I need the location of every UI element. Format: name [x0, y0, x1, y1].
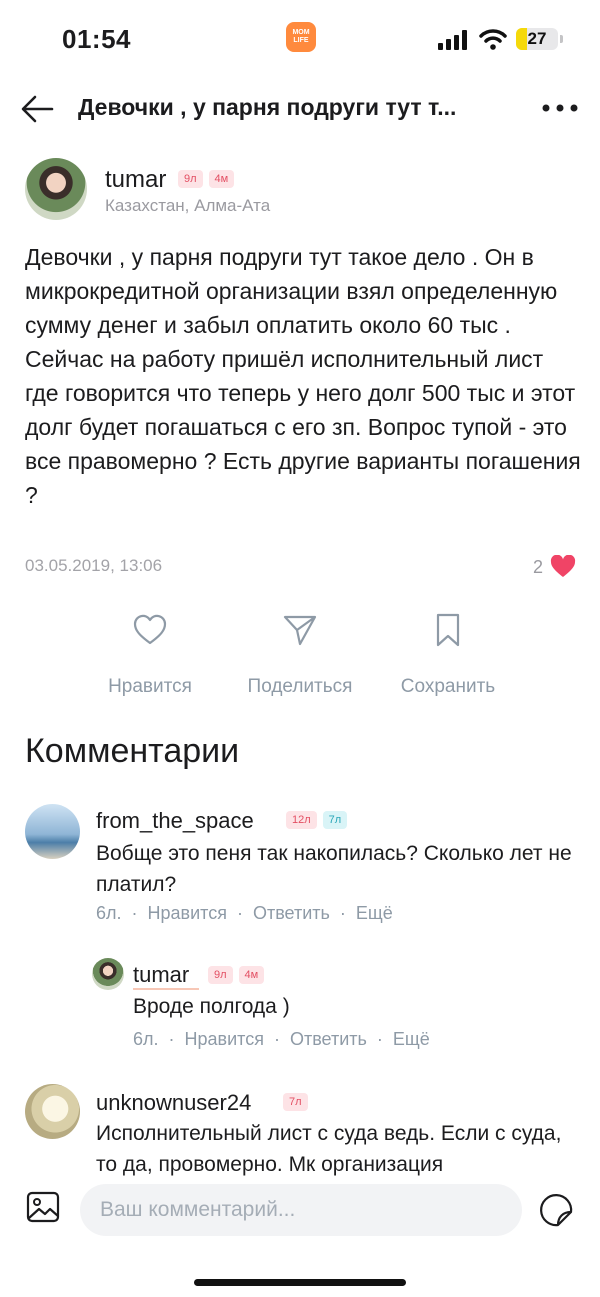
like-button[interactable]: Нравится: [80, 612, 220, 698]
age-badge: 9л: [178, 170, 203, 188]
comment-badges: 12л 7л: [280, 811, 348, 829]
page-title: Девочки , у парня подруги тут т...: [78, 94, 457, 120]
post-date: 03.05.2019, 13:06: [25, 556, 163, 575]
child-age-badge: 4м: [208, 170, 235, 188]
comment-text: Вобще это пеня так накопилась? Сколько л…: [96, 842, 572, 896]
save-label: Сохранить: [400, 676, 496, 697]
share-label: Поделиться: [247, 676, 353, 697]
comment-more-button[interactable]: Ещё: [356, 903, 393, 923]
mom-life-logo: MOM LIFE: [286, 22, 316, 52]
author-badges: 9л 4м: [172, 170, 235, 188]
reply-like-button[interactable]: Нравится: [185, 1029, 264, 1049]
comments-title: Комментарии: [25, 732, 240, 770]
author-location: Казахстан, Алма-Ата: [105, 196, 271, 215]
commenter-avatar[interactable]: [25, 804, 80, 859]
heart-outline-icon: [133, 614, 167, 645]
comment-input[interactable]: [80, 1184, 522, 1236]
battery-icon: 27: [516, 28, 558, 50]
comment-author[interactable]: unknownuser24: [96, 1090, 251, 1116]
reply-age: 6л.: [133, 1029, 159, 1049]
commenter-avatar[interactable]: [25, 1084, 80, 1139]
reply-text: Вроде полгода ): [133, 995, 290, 1018]
save-button[interactable]: Сохранить: [378, 612, 518, 698]
author-underline: [133, 988, 199, 990]
reply-author[interactable]: tumar: [133, 962, 189, 988]
sticker-icon[interactable]: [538, 1192, 574, 1228]
reply-badges: 9л 4м: [202, 966, 265, 984]
status-bar: 01:54 MOM LIFE 27: [0, 0, 600, 80]
share-button[interactable]: Поделиться: [230, 612, 370, 698]
author-name[interactable]: tumar: [105, 166, 166, 194]
age-badge: 7л: [283, 1093, 308, 1111]
reply-more-button[interactable]: Ещё: [393, 1029, 430, 1049]
heart-filled-icon[interactable]: [550, 555, 576, 579]
child-age-badge: 4м: [238, 966, 265, 984]
post-header: Девочки , у парня подруги тут т...: [0, 80, 600, 140]
comment-like-button[interactable]: Нравится: [148, 903, 227, 923]
age-badge: 12л: [286, 811, 317, 829]
signal-icon: [438, 30, 467, 50]
child-age-badge: 7л: [322, 811, 348, 829]
comment-badges: 7л: [277, 1093, 308, 1111]
reply-reply-button[interactable]: Ответить: [290, 1029, 367, 1049]
home-indicator: [194, 1279, 406, 1286]
image-icon[interactable]: [26, 1190, 60, 1224]
comment-meta: 6л. · Нравится · Ответить · Ещё: [96, 903, 393, 923]
like-count: 2: [533, 557, 544, 577]
back-arrow-icon[interactable]: [20, 94, 54, 124]
comment-text: Исполнительный лист с суда ведь. Если с …: [96, 1122, 562, 1176]
comment-age: 6л.: [96, 903, 122, 923]
bookmark-icon: [436, 613, 460, 647]
wifi-icon: [479, 29, 507, 50]
comment-author[interactable]: from_the_space: [96, 808, 254, 834]
reply-meta: 6л. · Нравится · Ответить · Ещё: [133, 1029, 430, 1049]
comment-reply-button[interactable]: Ответить: [253, 903, 330, 923]
battery-cap: [560, 35, 563, 43]
comment-input-bar: [0, 1176, 600, 1246]
age-badge: 9л: [208, 966, 233, 984]
send-icon: [283, 615, 317, 646]
status-time: 01:54: [62, 24, 131, 54]
more-icon[interactable]: [540, 102, 580, 114]
author-avatar[interactable]: [25, 158, 87, 220]
reply-avatar[interactable]: [92, 958, 124, 990]
post-text: Девочки , у парня подруги тут такое дело…: [25, 244, 581, 508]
like-label: Нравится: [108, 676, 192, 697]
battery-percent: 27: [527, 29, 547, 48]
